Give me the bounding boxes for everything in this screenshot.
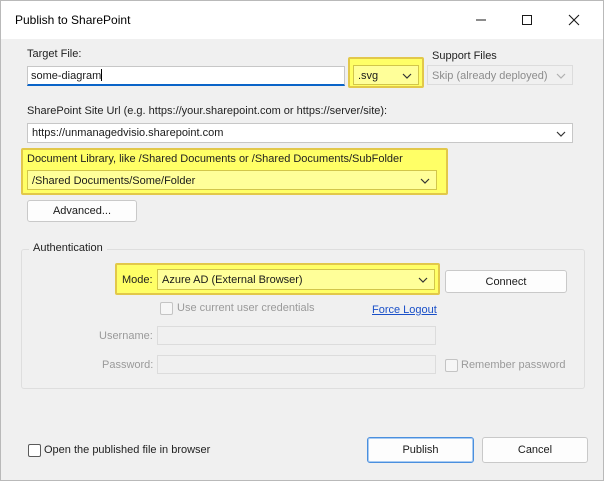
mode-value: Azure AD (External Browser): [162, 274, 303, 286]
force-logout-link[interactable]: Force Logout: [372, 304, 437, 316]
minimize-button[interactable]: [458, 1, 504, 39]
use-current-credentials-label: Use current user credentials: [177, 302, 315, 314]
doc-library-value: /Shared Documents/Some/Folder: [32, 175, 196, 187]
mode-select[interactable]: Azure AD (External Browser): [157, 269, 435, 290]
maximize-button[interactable]: [504, 1, 550, 39]
support-files-select[interactable]: Skip (already deployed): [427, 65, 573, 85]
target-file-input[interactable]: some-diagram: [27, 66, 345, 86]
extension-value: .svg: [358, 70, 379, 82]
target-file-label: Target File:: [27, 48, 82, 60]
chevron-down-icon: [420, 178, 430, 184]
support-files-label: Support Files: [432, 50, 497, 62]
password-input[interactable]: [157, 355, 436, 374]
username-input[interactable]: [157, 326, 436, 345]
doc-library-label: Document Library, like /Shared Documents…: [27, 153, 403, 165]
maximize-icon: [522, 15, 532, 25]
minimize-icon: [476, 19, 486, 21]
authentication-label: Authentication: [29, 242, 107, 254]
support-files-value: Skip (already deployed): [432, 70, 548, 82]
open-in-browser-checkbox[interactable]: [28, 444, 41, 457]
title-bar: Publish to SharePoint: [1, 1, 603, 39]
connect-button[interactable]: Connect: [445, 270, 567, 293]
chevron-down-icon: [556, 131, 566, 137]
mode-label: Mode:: [122, 274, 153, 286]
window-title: Publish to SharePoint: [15, 13, 131, 27]
advanced-button[interactable]: Advanced...: [27, 200, 137, 222]
site-url-value: https://unmanagedvisio.sharepoint.com: [32, 127, 224, 139]
username-label: Username:: [99, 330, 153, 342]
use-current-credentials-checkbox[interactable]: [160, 302, 173, 315]
cancel-button[interactable]: Cancel: [482, 437, 588, 463]
target-file-value: some-diagram: [31, 70, 102, 82]
remember-password-checkbox[interactable]: [445, 359, 458, 372]
chevron-down-icon: [402, 73, 412, 79]
remember-password-label: Remember password: [461, 359, 566, 371]
chevron-down-icon: [418, 277, 428, 283]
close-button[interactable]: [551, 1, 597, 39]
site-url-label: SharePoint Site Url (e.g. https://your.s…: [27, 105, 388, 117]
extension-select[interactable]: .svg: [353, 65, 419, 85]
publish-dialog: Publish to SharePoint Target File: some-…: [0, 0, 604, 481]
doc-library-select[interactable]: /Shared Documents/Some/Folder: [27, 170, 437, 190]
publish-button[interactable]: Publish: [367, 437, 474, 463]
chevron-down-icon: [556, 73, 566, 79]
password-label: Password:: [102, 359, 154, 371]
open-in-browser-label: Open the published file in browser: [44, 444, 211, 456]
close-icon: [568, 14, 580, 26]
site-url-select[interactable]: https://unmanagedvisio.sharepoint.com: [27, 123, 573, 143]
